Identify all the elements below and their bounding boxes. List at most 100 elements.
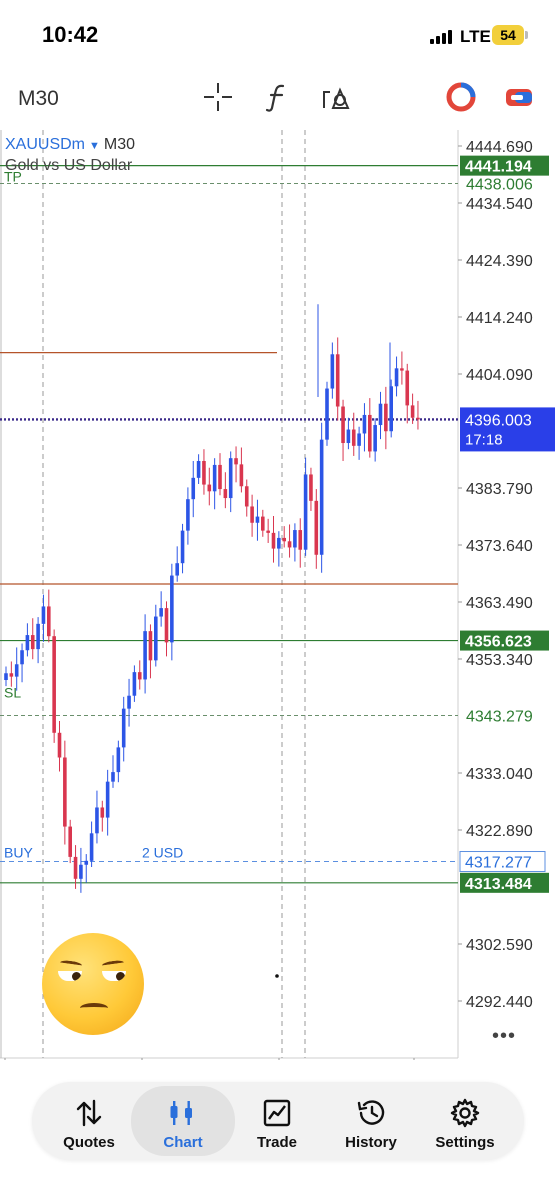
candle-bear [68, 826, 72, 857]
candle-bull [127, 695, 131, 709]
tp-dash-price-label: 4438.006 [466, 177, 533, 194]
candle-bear [57, 732, 62, 758]
color-scheme-icon[interactable] [444, 80, 478, 114]
candle-bull [330, 354, 335, 389]
chart-canvas[interactable]: TPSLBUY 2 USD4444.6904434.5404424.3904414… [0, 130, 555, 1060]
chart-point-marker [275, 974, 279, 978]
symbol-header: XAUUSDm ▼ M30 [5, 136, 135, 154]
candle-bear [234, 458, 238, 465]
candle-bear [47, 606, 51, 637]
chart-icon [170, 1101, 192, 1125]
status-time: 10:42 [42, 22, 99, 47]
caret-down-icon[interactable]: ▼ [89, 140, 100, 152]
price-chart[interactable]: TP SL BUY 2 USD 4444.690 4434.540 4424.390 4414… [0, 130, 555, 1060]
candle-bull [180, 530, 185, 564]
candle-bear [266, 530, 270, 533]
tab-quotes[interactable]: Quotes [40, 1086, 138, 1156]
candle-bull [186, 499, 190, 531]
y-tick-label: 4322.890 [466, 823, 533, 840]
candle-bull [143, 631, 147, 680]
symbol-description: Gold vs US Dollar [5, 157, 133, 174]
candle-bear [218, 464, 222, 490]
candle-bull [111, 772, 115, 782]
tab-chart[interactable]: Chart [131, 1086, 235, 1156]
buy-label: BUY [4, 845, 33, 861]
y-tick-label: 4414.240 [466, 310, 533, 327]
candle-bull [175, 563, 179, 576]
candle-bear [164, 608, 169, 643]
candle-bull [196, 460, 201, 478]
tp-price-label: 4441.194 [465, 159, 532, 176]
objects-icon[interactable] [320, 80, 354, 114]
current-price-label: 4396.003 [465, 412, 532, 429]
candle-bull [212, 464, 217, 492]
chart-toolbar: M30 [0, 75, 555, 125]
candle-bull [373, 425, 377, 452]
candle-bull [277, 537, 281, 549]
candle-bear [261, 516, 265, 531]
candle-bear [405, 370, 410, 406]
candle-bull [362, 414, 367, 434]
function-icon[interactable] [261, 80, 295, 114]
tab-trade[interactable]: Trade [228, 1086, 326, 1156]
candle-bull [84, 860, 89, 865]
candle-bull [79, 864, 83, 879]
account-toggle-icon[interactable] [502, 80, 536, 114]
candle-bull [4, 673, 8, 681]
candle-bear [309, 474, 313, 501]
candle-bull [255, 516, 260, 523]
y-tick-label: 4292.440 [466, 994, 533, 1011]
candle-bear [410, 405, 415, 418]
candle-bear [9, 673, 14, 677]
candle-bull [95, 807, 99, 834]
candle-bear [148, 631, 153, 661]
crosshair-icon[interactable] [201, 80, 235, 114]
candle-bull [191, 477, 196, 500]
tab-settings[interactable]: Settings [416, 1086, 514, 1156]
y-tick-label: 4302.590 [466, 937, 533, 954]
candle-bull [293, 530, 297, 548]
tab-history[interactable]: History [322, 1086, 420, 1156]
candle-bull [132, 672, 137, 696]
network-label: LTE [460, 27, 491, 46]
candle-bear [400, 368, 404, 371]
sl-dash-price-label: 4343.279 [466, 709, 533, 726]
y-tick-label: 4444.690 [466, 139, 533, 156]
more-options-icon[interactable]: ••• [492, 1025, 516, 1048]
quotes-icon [76, 1099, 102, 1127]
candle-bull [121, 708, 126, 748]
candle-bear [52, 636, 56, 733]
candle-bull [303, 474, 308, 550]
candle-bear [282, 537, 286, 542]
bottom-tab-bar: Quotes Chart Trade History Settings [32, 1082, 524, 1160]
history-icon [357, 1100, 385, 1125]
candle-bear [287, 541, 292, 548]
y-tick-label: 4353.340 [466, 652, 533, 669]
candle-bull [89, 833, 94, 861]
settings-icon [450, 1098, 480, 1128]
sl-label: SL [4, 685, 21, 701]
y-tick-label: 4434.540 [466, 196, 533, 213]
candle-bull [159, 608, 163, 617]
timeframe-button[interactable]: M30 [18, 87, 59, 111]
candle-bull [20, 650, 24, 665]
candle-bear [250, 506, 254, 523]
tab-label: Quotes [63, 1134, 115, 1151]
candle-bear [416, 417, 420, 420]
candle-bear [207, 484, 212, 492]
symbol-name[interactable]: XAUUSDm [5, 136, 85, 153]
symbol-timeframe: M30 [103, 136, 136, 153]
trade-icon [263, 1099, 291, 1127]
sl-price-label: 4313.484 [465, 876, 532, 893]
candle-bear [63, 757, 67, 827]
candle-bull [105, 781, 110, 818]
candle-bear [271, 532, 276, 549]
y-tick-label: 4424.390 [466, 253, 533, 270]
candle-bear [341, 406, 345, 444]
tab-label: Trade [256, 1134, 298, 1151]
y-tick-label: 4373.640 [466, 538, 533, 555]
candle-bull [170, 575, 174, 643]
green-level-price-label: 4356.623 [465, 634, 532, 651]
candle-bull [319, 439, 324, 555]
tab-label: Settings [435, 1134, 495, 1151]
